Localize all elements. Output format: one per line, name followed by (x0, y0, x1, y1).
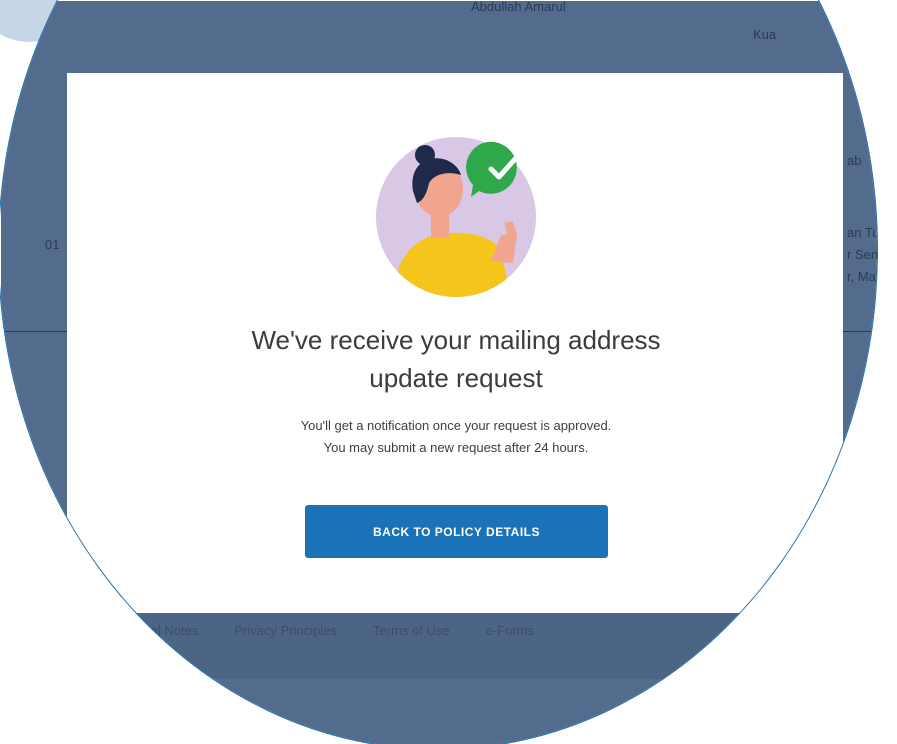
background-address-line-3: r, Male (847, 269, 877, 284)
background-row-id: 01 (45, 237, 60, 252)
confirmation-message-line-1: You'll get a notification once your requ… (300, 418, 612, 433)
background-address-line-2: r Sent (847, 247, 878, 262)
success-illustration-icon (376, 137, 536, 297)
footer-link-terms-of-use[interactable]: Terms of Use (373, 623, 450, 638)
confirmation-title-line-2: update request (369, 363, 543, 393)
background-header-city: Kua (753, 27, 777, 42)
lens-content: Abdullah Amarul Kua 01 ab an Tun r Sent … (1, 0, 878, 744)
footer-link-privacy-principles[interactable]: Privacy Principles (234, 623, 337, 638)
confirmation-title-line-1: We've receive your mailing address (251, 325, 661, 355)
footer-link-e-forms[interactable]: e-Forms (486, 623, 534, 638)
background-right-label: ab (847, 153, 862, 168)
footer-links: Legal Notes Privacy Principles Terms of … (129, 623, 534, 638)
background-divider-right (843, 331, 877, 332)
magnifier-lens: Abdullah Amarul Kua 01 ab an Tun r Sent … (0, 0, 878, 744)
confirmation-message: You'll get a notification once your requ… (181, 415, 731, 459)
confirmation-title: We've receive your mailing address updat… (181, 321, 731, 397)
screenshot-page: Abdullah Amarul Kua 01 ab an Tun r Sent … (0, 0, 897, 744)
back-to-policy-details-button[interactable]: BACK TO POLICY DETAILS (305, 505, 608, 558)
background-divider-left (1, 331, 71, 332)
confirmation-message-line-2: You may submit a new request after 24 ho… (323, 440, 589, 455)
footer-link-legal-notes[interactable]: Legal Notes (129, 623, 198, 638)
background-header-name: Abdullah Amarul (471, 0, 566, 14)
background-address-line-1: an Tun (847, 225, 877, 240)
